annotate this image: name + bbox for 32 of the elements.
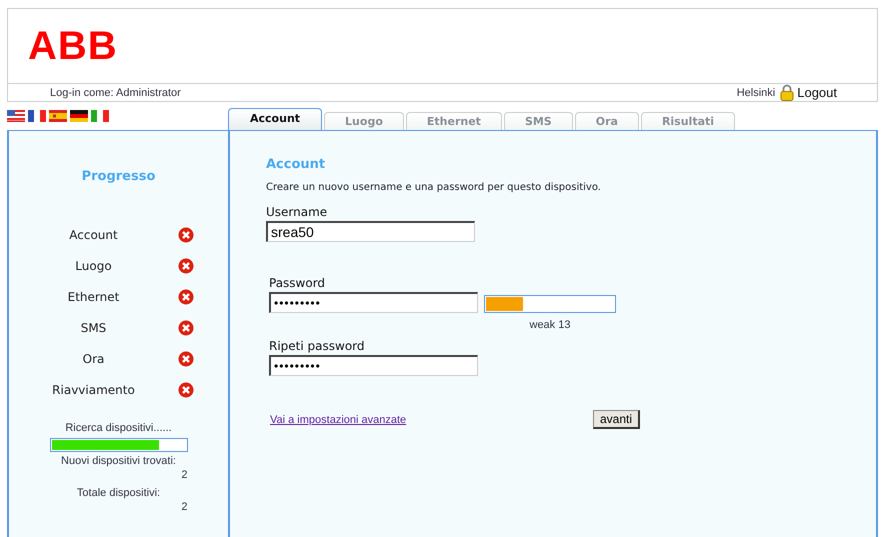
step-label: Luogo (74, 258, 113, 272)
logo: ABB (28, 24, 118, 68)
stat-value: 2 (180, 469, 188, 481)
sidebar-title: Progresso (82, 169, 156, 184)
location-label: Helsinki (736, 86, 776, 98)
stat-value: 2 (180, 501, 188, 513)
logout-link[interactable]: Logout (797, 85, 837, 100)
step-label: Ethernet (66, 290, 120, 304)
stat-label: Totale dispositivi: (76, 487, 162, 499)
form-title: Account (266, 157, 326, 172)
field-label: Username (266, 205, 328, 219)
flag-icon[interactable] (28, 110, 46, 122)
input-field[interactable]: srea50 (266, 221, 475, 242)
login-status: Log-in come: Administrator (50, 86, 181, 98)
form-description: Creare un nuovo username e una password per questo dispositivo. (266, 182, 601, 193)
step-label: SMS (80, 320, 108, 334)
next-button[interactable]: avanti (592, 410, 640, 429)
step-label: Account (68, 228, 119, 242)
padlock-icon (780, 84, 794, 101)
stat-label: Nuovi dispositivi trovati: (60, 455, 177, 467)
input-field[interactable]: ••••••••• (269, 292, 478, 313)
advanced-settings-link[interactable]: Vai a impostazioni avanzate (270, 414, 406, 426)
input-field[interactable]: ••••••••• (269, 355, 478, 376)
strength-reading: weak 13 (530, 319, 570, 331)
step-label: Ora (82, 352, 106, 366)
field-label: Ripeti password (269, 339, 364, 353)
field-label: Password (269, 276, 326, 290)
step-label: Riavviamento (51, 382, 136, 396)
tab[interactable]: Account (228, 108, 322, 130)
flag-icon[interactable] (7, 110, 25, 122)
search-status: Ricerca dispositivi...... (64, 422, 173, 434)
flag-icon[interactable] (70, 110, 88, 122)
